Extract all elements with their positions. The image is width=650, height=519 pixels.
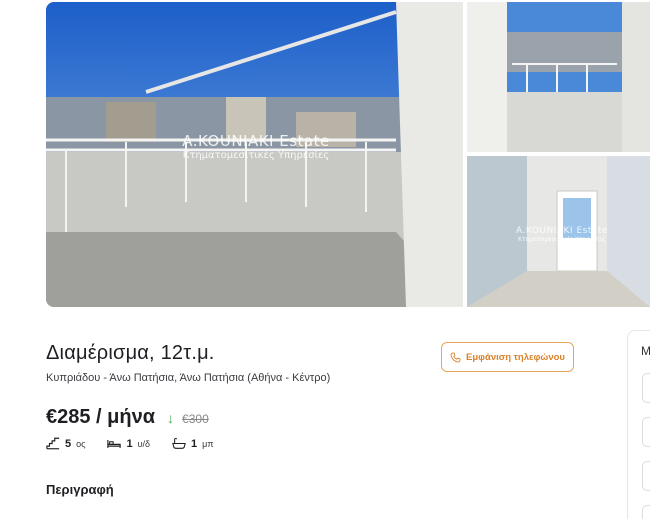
hallway-thumbnail: [467, 156, 650, 307]
side-panel-field[interactable]: [642, 505, 650, 519]
bedrooms-unit: υ/δ: [137, 438, 151, 449]
phone-icon: [450, 352, 461, 362]
feature-bathrooms: 1 μπ: [172, 437, 214, 450]
feature-floor: 5 ος: [46, 437, 85, 450]
side-panel-field[interactable]: [642, 461, 650, 491]
features-row: 5 ος 1 υ/δ 1 μπ: [46, 437, 214, 450]
thumbnail-photo-hallway[interactable]: A.KOUNIAKI Estate Κτηματομεσιτικές Υπηρε…: [467, 156, 650, 307]
show-phone-label: Εμφάνιση τηλεφώνου: [466, 351, 565, 363]
side-panel-field[interactable]: [642, 373, 650, 403]
bathrooms-unit: μπ: [202, 438, 214, 449]
bed-icon: [107, 440, 122, 448]
bathrooms-value: 1: [191, 437, 198, 450]
side-panel-field[interactable]: [642, 417, 650, 447]
price-row: €285 / μήνα ↓ €300: [46, 406, 209, 429]
listing-address: Κυπριάδου - Άνω Πατήσια, Άνω Πατήσια (Αθ…: [46, 372, 331, 384]
floor-unit: ος: [76, 438, 86, 449]
contact-side-panel: Μ: [627, 330, 650, 519]
bathtub-icon: [172, 437, 186, 449]
listing-title: Διαμέρισμα, 12τ.μ.: [46, 342, 215, 364]
stairs-icon: [46, 437, 60, 450]
main-photo[interactable]: A.KOUNIAKI Estate Κτηματομεσιτικές Υπηρε…: [46, 2, 463, 307]
old-price: €300: [182, 412, 209, 426]
bedrooms-value: 1: [126, 437, 133, 450]
feature-bedrooms: 1 υ/δ: [107, 437, 150, 450]
thumbnail-photo-balcony[interactable]: [467, 2, 650, 152]
price: €285 / μήνα: [46, 406, 156, 428]
floor-value: 5: [65, 437, 72, 450]
arrow-down-icon: ↓: [167, 410, 175, 426]
description-heading: Περιγραφή: [46, 482, 114, 497]
photo-gallery: A.KOUNIAKI Estate Κτηματομεσιτικές Υπηρε…: [46, 2, 650, 307]
side-panel-heading: Μ: [641, 344, 650, 358]
balcony-photo: [46, 2, 463, 307]
show-phone-button[interactable]: Εμφάνιση τηλεφώνου: [441, 342, 574, 372]
balcony-thumbnail: [467, 2, 650, 152]
